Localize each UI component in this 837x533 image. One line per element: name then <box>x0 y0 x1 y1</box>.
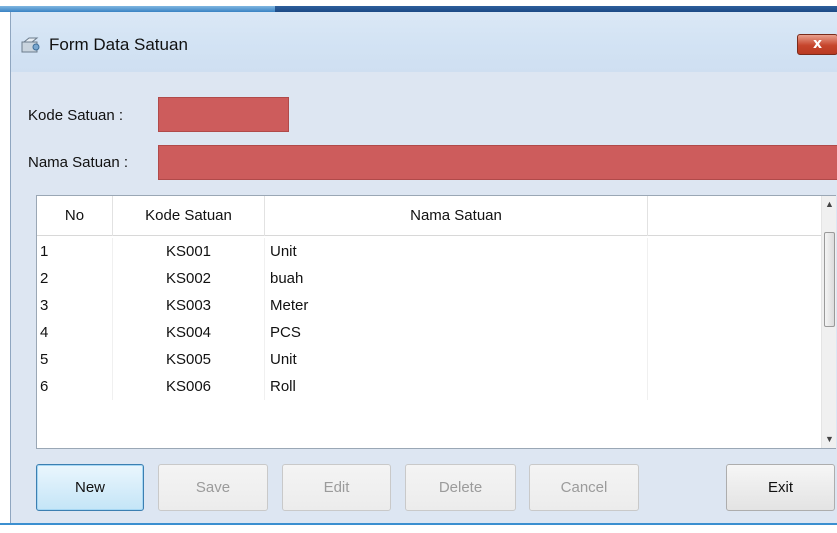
cell-nama: Unit <box>265 346 648 373</box>
cell-no: 4 <box>37 319 113 346</box>
cell-nama: Unit <box>265 238 648 265</box>
new-button[interactable]: New <box>36 464 144 511</box>
table-row[interactable]: 5 KS005 Unit <box>37 346 821 373</box>
cell-kode: KS001 <box>113 238 265 265</box>
table-row[interactable]: 3 KS003 Meter <box>37 292 821 319</box>
column-header-blank <box>648 196 821 236</box>
cell-nama: Meter <box>265 292 648 319</box>
table-row[interactable]: 2 KS002 buah <box>37 265 821 292</box>
cell-no: 3 <box>37 292 113 319</box>
kode-satuan-field[interactable] <box>158 97 289 132</box>
cell-kode: KS004 <box>113 319 265 346</box>
cell-nama: buah <box>265 265 648 292</box>
grid-header: No Kode Satuan Nama Satuan <box>37 196 821 236</box>
cell-kode: KS005 <box>113 346 265 373</box>
cell-nama: Roll <box>265 373 648 400</box>
column-header-nama[interactable]: Nama Satuan <box>265 196 648 236</box>
cell-no: 5 <box>37 346 113 373</box>
column-header-kode[interactable]: Kode Satuan <box>113 196 265 236</box>
up-arrow-icon[interactable]: ▲ <box>822 196 837 213</box>
nama-satuan-field[interactable] <box>158 145 837 180</box>
cell-kode: KS003 <box>113 292 265 319</box>
taskbar-strip <box>0 0 837 12</box>
close-icon: x <box>812 36 823 52</box>
cancel-button[interactable]: Cancel <box>529 464 639 511</box>
window-title: Form Data Satuan <box>49 35 188 54</box>
cell-no: 1 <box>37 238 113 265</box>
save-button[interactable]: Save <box>158 464 268 511</box>
window-bottom-border <box>0 523 837 533</box>
vertical-scrollbar[interactable]: ▲ ▼ <box>821 196 836 448</box>
delete-button[interactable]: Delete <box>405 464 516 511</box>
nama-satuan-label: Nama Satuan : <box>28 154 129 171</box>
close-button[interactable]: x <box>797 34 837 55</box>
table-row[interactable]: 1 KS001 Unit <box>37 238 821 265</box>
table-row[interactable]: 4 KS004 PCS <box>37 319 821 346</box>
form-window: Form Data Satuan x Kode Satuan : Nama Sa… <box>10 12 837 523</box>
table-row[interactable]: 6 KS006 Roll <box>37 373 821 400</box>
column-header-no[interactable]: No <box>37 196 113 236</box>
exit-button[interactable]: Exit <box>726 464 835 511</box>
cell-kode: KS006 <box>113 373 265 400</box>
scrollbar-thumb[interactable] <box>824 232 835 327</box>
cell-no: 6 <box>37 373 113 400</box>
kode-satuan-label: Kode Satuan : <box>28 107 124 124</box>
cell-no: 2 <box>37 265 113 292</box>
satuan-grid[interactable]: No Kode Satuan Nama Satuan 1 KS001 Unit … <box>36 195 836 449</box>
app-icon <box>21 37 41 53</box>
down-arrow-icon[interactable]: ▼ <box>822 431 837 448</box>
title-bar[interactable]: Form Data Satuan x <box>11 12 837 72</box>
edit-button[interactable]: Edit <box>282 464 391 511</box>
cell-kode: KS002 <box>113 265 265 292</box>
cell-nama: PCS <box>265 319 648 346</box>
